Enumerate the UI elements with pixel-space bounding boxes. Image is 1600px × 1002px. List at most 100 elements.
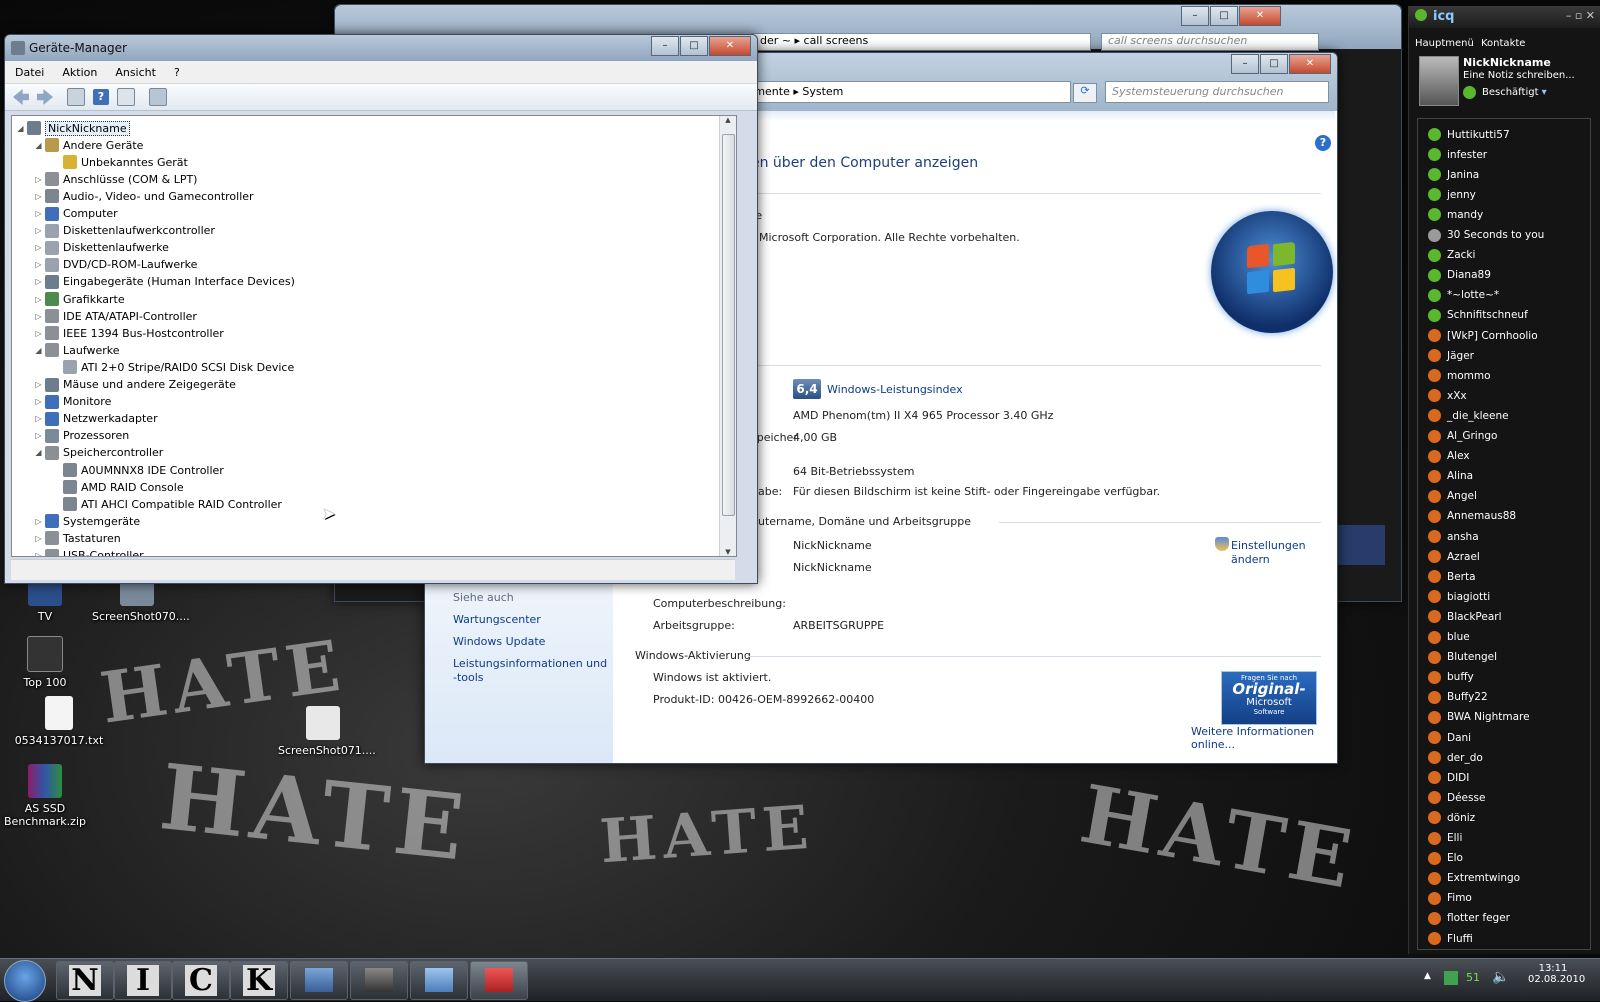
expand-arrow-icon[interactable]: ▷: [34, 295, 43, 304]
menu-datei[interactable]: Datei: [15, 66, 44, 79]
system-search-input[interactable]: Systemsteuerung durchsuchen: [1105, 81, 1329, 103]
tree-category[interactable]: ▷ Anschlüsse (COM & LPT): [34, 171, 197, 187]
icq-status-selector[interactable]: Beschäftigt ▾: [1463, 86, 1547, 99]
tree-device[interactable]: Unbekanntes Gerät: [52, 154, 188, 170]
device-manager-window[interactable]: Geräte-Manager – □ ✕ Datei Aktion Ansich…: [4, 34, 758, 584]
expand-arrow-icon[interactable]: ▷: [34, 414, 43, 423]
tree-category[interactable]: ▷ Monitore: [34, 394, 111, 410]
help-icon[interactable]: ?: [1315, 135, 1331, 151]
scroll-up-icon[interactable]: ▲: [720, 116, 736, 124]
link-leistungsinformationen[interactable]: Leistungsinformationen und: [453, 657, 607, 670]
tree-category[interactable]: ▷ Systemgeräte: [34, 513, 140, 529]
close-button[interactable]: ✕: [709, 36, 751, 56]
contact-list-item[interactable]: Jäger: [1428, 346, 1474, 365]
expand-arrow-icon[interactable]: ▷: [34, 277, 43, 286]
icq-window[interactable]: icq – ▫ ✕ Hauptmenü Kontakte NickNicknam…: [1408, 6, 1600, 954]
contact-list-item[interactable]: Fimo: [1428, 889, 1472, 908]
tree-category[interactable]: ▷ Netzwerkadapter: [34, 411, 158, 427]
contact-list-item[interactable]: Blutengel: [1428, 648, 1497, 667]
minimize-button[interactable]: –: [1181, 6, 1209, 26]
explorer-address-bar[interactable]: der ~ ▸ call screens: [751, 33, 1091, 51]
contact-list-item[interactable]: der_do: [1428, 748, 1483, 767]
tree-category[interactable]: ▷ Prozessoren: [34, 428, 129, 444]
expand-arrow-icon[interactable]: ▷: [34, 380, 43, 389]
taskbar-button-device-manager[interactable]: [470, 961, 528, 1000]
link-windows-update[interactable]: Windows Update: [453, 635, 545, 648]
collapse-arrow-icon[interactable]: ◢: [34, 448, 43, 457]
vertical-scrollbar[interactable]: ▲ ▼: [719, 116, 736, 556]
tree-category[interactable]: ▷ Computer: [34, 206, 118, 222]
taskbar-button-windows[interactable]: [350, 961, 408, 1000]
icq-menu-hauptmenu[interactable]: Hauptmenü: [1415, 38, 1474, 49]
contact-list-item[interactable]: flotter feger: [1428, 909, 1510, 928]
contact-list-item[interactable]: Al_Gringo: [1428, 427, 1497, 446]
menu-help[interactable]: ?: [174, 66, 180, 79]
contact-list-item[interactable]: jenny: [1428, 185, 1476, 204]
maximize-button[interactable]: □: [680, 36, 708, 56]
expand-arrow-icon[interactable]: ▷: [34, 397, 43, 406]
minimize-button[interactable]: –: [1231, 54, 1259, 74]
tree-category[interactable]: ▷ USB-Controller: [34, 548, 144, 556]
contact-list-item[interactable]: buffy: [1428, 668, 1474, 687]
taskbar-button[interactable]: N: [56, 961, 114, 1000]
explorer-search-input[interactable]: call screens durchsuchen: [1101, 33, 1319, 51]
link-wartungscenter[interactable]: Wartungscenter: [453, 613, 541, 626]
tree-category[interactable]: ◢ Speichercontroller: [34, 445, 163, 461]
icq-titlebar[interactable]: icq – ▫ ✕: [1409, 6, 1600, 28]
expand-arrow-icon[interactable]: ▷: [34, 329, 43, 338]
contact-list-item[interactable]: Berta: [1428, 567, 1476, 586]
contact-list-item[interactable]: Elli: [1428, 829, 1462, 848]
taskbar-button-explorer[interactable]: [290, 961, 348, 1000]
performance-index-link[interactable]: Windows-Leistungsindex: [827, 383, 963, 396]
scroll-down-icon[interactable]: ▼: [720, 548, 736, 556]
contact-list-item[interactable]: Azrael: [1428, 547, 1480, 566]
contact-list-item[interactable]: xXx: [1428, 386, 1467, 405]
tree-device[interactable]: AMD RAID Console: [52, 479, 184, 495]
contact-list-item[interactable]: Diana89: [1428, 266, 1491, 285]
contact-list-item[interactable]: Buffy22: [1428, 688, 1488, 707]
tree-category[interactable]: ▷ Eingabegeräte (Human Interface Devices): [34, 274, 295, 290]
tree-category[interactable]: ▷ Diskettenlaufwerke: [34, 240, 169, 256]
help-icon[interactable]: ?: [93, 89, 109, 105]
expand-arrow-icon[interactable]: ▷: [34, 551, 43, 556]
contact-list-item[interactable]: Zacki: [1428, 246, 1475, 265]
expand-arrow-icon[interactable]: ▷: [34, 209, 43, 218]
tree-device[interactable]: A0UMNNX8 IDE Controller: [52, 462, 224, 478]
tree-device[interactable]: ATI AHCI Compatible RAID Controller: [52, 496, 282, 512]
expand-arrow-icon[interactable]: ▷: [34, 226, 43, 235]
close-button[interactable]: ✕: [1289, 54, 1331, 74]
expand-arrow-icon[interactable]: ▷: [34, 175, 43, 184]
menu-aktion[interactable]: Aktion: [62, 66, 97, 79]
contact-list-item[interactable]: 30 Seconds to you: [1428, 226, 1544, 245]
system-address-bar[interactable]: selemente ▸ System: [725, 81, 1071, 103]
contact-list-item[interactable]: Annemaus88: [1428, 507, 1516, 526]
change-settings-link[interactable]: Einstellungen: [1231, 539, 1306, 552]
contact-list-item[interactable]: Déesse: [1428, 788, 1485, 807]
tree-category[interactable]: ▷ Mäuse und andere Zeigegeräte: [34, 377, 236, 393]
maximize-button[interactable]: □: [1260, 54, 1288, 74]
contact-list-item[interactable]: blue: [1428, 628, 1470, 647]
scan-hardware-icon[interactable]: [149, 88, 167, 106]
taskbar-button-system[interactable]: [410, 961, 468, 1000]
tree-category[interactable]: ▷ Grafikkarte: [34, 291, 125, 307]
expand-arrow-icon[interactable]: ▷: [34, 431, 43, 440]
contact-list-item[interactable]: Huttikutti57: [1428, 125, 1510, 144]
minimize-button[interactable]: –: [651, 36, 679, 56]
contact-list-item[interactable]: Schnifitschneuf: [1428, 306, 1528, 325]
link-leistungsinformationen-tools[interactable]: -tools: [453, 671, 484, 684]
contact-list-item[interactable]: döniz: [1428, 808, 1475, 827]
contact-list-item[interactable]: biagiotti: [1428, 587, 1490, 606]
tree-root[interactable]: ◢ NickNickname: [16, 120, 130, 136]
contact-list-item[interactable]: _die_kleene: [1428, 406, 1509, 425]
device-manager-titlebar[interactable]: Geräte-Manager – □ ✕: [5, 35, 757, 61]
contact-list-item[interactable]: Fluffi: [1428, 929, 1473, 948]
contact-list-item[interactable]: [WkP] Cornhoolio: [1428, 326, 1538, 345]
device-tree[interactable]: ◢ NickNickname ◢ Andere Geräte Unbekanntes G…: [11, 115, 737, 557]
icq-note-field[interactable]: Eine Notiz schreiben...: [1463, 70, 1575, 81]
tray-expand-icon[interactable]: ▲: [1424, 971, 1431, 981]
icq-window-buttons[interactable]: – ▫ ✕: [1566, 9, 1595, 22]
tree-category[interactable]: ▷ IDE ATA/ATAPI-Controller: [34, 308, 197, 324]
scrollbar-thumb[interactable]: [722, 134, 735, 516]
expand-arrow-icon[interactable]: ▷: [34, 534, 43, 543]
collapse-arrow-icon[interactable]: ◢: [16, 124, 25, 133]
